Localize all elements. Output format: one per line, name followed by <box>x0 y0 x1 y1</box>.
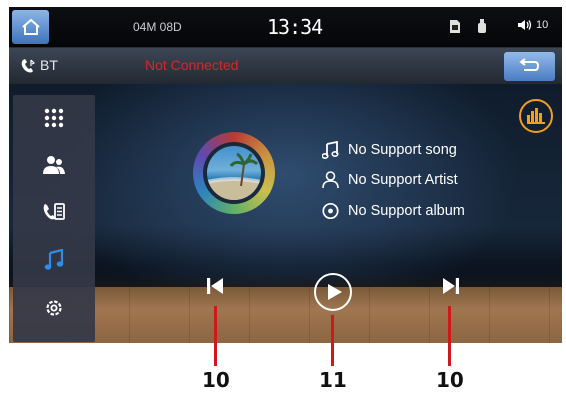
next-track-icon <box>443 278 459 294</box>
sidebar-item-music[interactable] <box>13 240 95 280</box>
sd-card-icon <box>450 20 460 33</box>
album-disc-icon <box>322 202 339 220</box>
equalizer-icon <box>527 108 545 124</box>
album-row: No Support album <box>322 202 465 220</box>
beach-image <box>207 152 261 200</box>
previous-track-button[interactable] <box>204 275 226 297</box>
song-title: No Support song <box>348 142 457 158</box>
back-button[interactable] <box>504 52 555 81</box>
callout-line-play <box>331 315 334 366</box>
settings-icon <box>46 300 62 316</box>
speaker-icon <box>518 20 532 30</box>
artist-row: No Support Artist <box>322 171 458 189</box>
callout-line-prev <box>214 306 217 366</box>
sidebar-item-phonebook[interactable] <box>13 192 95 232</box>
callout-line-next <box>448 306 451 366</box>
music-note-icon <box>322 141 339 159</box>
status-bar: 04M 08D 13:34 10 <box>9 7 562 48</box>
album-name: No Support album <box>348 203 465 219</box>
music-note-icon <box>44 249 64 270</box>
usb-icon <box>478 19 486 33</box>
connection-status: Not Connected <box>145 57 239 73</box>
sidebar-item-settings[interactable] <box>13 288 95 328</box>
play-button[interactable] <box>314 273 352 311</box>
home-button[interactable] <box>12 10 49 44</box>
equalizer-button[interactable] <box>519 99 553 133</box>
contacts-icon <box>43 156 65 174</box>
volume-indicator[interactable]: 10 <box>518 19 548 31</box>
date-text: 04M 08D <box>133 20 182 34</box>
callout-prev: 10 <box>202 368 230 392</box>
bluetooth-phone-icon <box>21 59 36 73</box>
back-arrow-icon <box>519 58 540 71</box>
play-icon <box>328 284 342 300</box>
sidebar-item-apps[interactable] <box>13 98 95 138</box>
bt-label: BT <box>40 57 58 73</box>
head-unit-screen: 04M 08D 13:34 10 BT Not Connected No Sup… <box>9 7 562 343</box>
home-icon <box>22 18 40 35</box>
album-disc <box>193 132 275 214</box>
callout-play: 11 <box>319 368 347 392</box>
bluetooth-bar: BT Not Connected <box>9 48 562 84</box>
sidebar <box>13 95 95 342</box>
song-row: No Support song <box>322 141 457 159</box>
phone-book-icon <box>43 203 65 220</box>
previous-track-icon <box>207 278 223 294</box>
volume-level: 10 <box>536 19 549 31</box>
artist-icon <box>322 171 339 189</box>
clock-text: 13:34 <box>267 15 323 39</box>
callout-next: 10 <box>436 368 464 392</box>
next-track-button[interactable] <box>440 275 462 297</box>
sidebar-item-contacts[interactable] <box>13 145 95 185</box>
apps-grid-icon <box>44 108 64 128</box>
album-art <box>207 146 261 200</box>
artist-name: No Support Artist <box>348 172 458 188</box>
